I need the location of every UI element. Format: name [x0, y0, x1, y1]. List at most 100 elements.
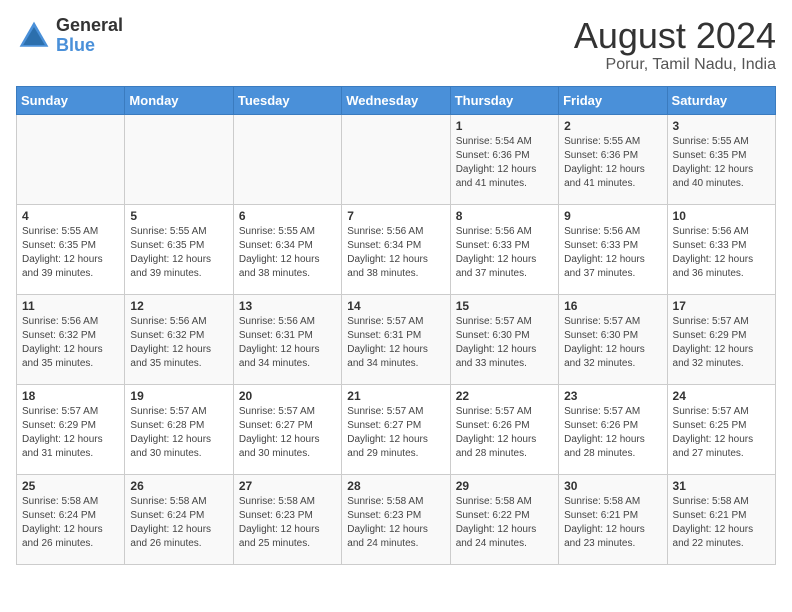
day-header-sunday: Sunday — [17, 86, 125, 114]
day-info: Sunrise: 5:56 AM Sunset: 6:32 PM Dayligh… — [130, 316, 211, 369]
day-info: Sunrise: 5:58 AM Sunset: 6:22 PM Dayligh… — [456, 496, 537, 549]
day-info: Sunrise: 5:56 AM Sunset: 6:33 PM Dayligh… — [456, 226, 537, 279]
day-info: Sunrise: 5:57 AM Sunset: 6:30 PM Dayligh… — [456, 316, 537, 369]
logo[interactable]: General Blue — [16, 16, 123, 56]
day-number: 3 — [673, 119, 770, 133]
day-number: 11 — [22, 299, 119, 313]
calendar-cell: 29 Sunrise: 5:58 AM Sunset: 6:22 PM Dayli… — [450, 474, 558, 564]
title-block: August 2024 Porur, Tamil Nadu, India — [574, 16, 776, 74]
calendar-cell: 7Sunrise: 5:56 AM Sunset: 6:34 PM Daylig… — [342, 204, 450, 294]
calendar-week-row: 25 Sunrise: 5:58 AM Sunset: 6:24 PM Dayli… — [17, 474, 776, 564]
calendar-cell: 22Sunrise: 5:57 AM Sunset: 6:26 PM Dayli… — [450, 384, 558, 474]
day-number: 15 — [456, 299, 553, 313]
calendar-cell: 6 Sunrise: 5:55 AM Sunset: 6:34 PM Daylig… — [233, 204, 341, 294]
calendar-cell: 8 Sunrise: 5:56 AM Sunset: 6:33 PM Daylig… — [450, 204, 558, 294]
day-number: 18 — [22, 389, 119, 403]
day-info: Sunrise: 5:55 AM Sunset: 6:35 PM Dayligh… — [673, 136, 754, 189]
day-info: Sunrise: 5:57 AM Sunset: 6:29 PM Dayligh… — [22, 406, 103, 459]
day-info: Sunrise: 5:58 AM Sunset: 6:23 PM Dayligh… — [347, 496, 428, 549]
calendar-cell: 12Sunrise: 5:56 AM Sunset: 6:32 PM Dayli… — [125, 294, 233, 384]
day-header-thursday: Thursday — [450, 86, 558, 114]
day-number: 10 — [673, 209, 770, 223]
day-header-tuesday: Tuesday — [233, 86, 341, 114]
day-info: Sunrise: 5:56 AM Sunset: 6:33 PM Dayligh… — [564, 226, 645, 279]
day-info: Sunrise: 5:57 AM Sunset: 6:28 PM Dayligh… — [130, 406, 211, 459]
calendar-cell: 2 Sunrise: 5:55 AM Sunset: 6:36 PM Daylig… — [559, 114, 667, 204]
calendar-table: SundayMondayTuesdayWednesdayThursdayFrid… — [16, 86, 776, 565]
day-info: Sunrise: 5:55 AM Sunset: 6:34 PM Dayligh… — [239, 226, 320, 279]
day-info: Sunrise: 5:56 AM Sunset: 6:33 PM Dayligh… — [673, 226, 754, 279]
calendar-cell: 24 Sunrise: 5:57 AM Sunset: 6:25 PM Dayli… — [667, 384, 775, 474]
calendar-cell: 13 Sunrise: 5:56 AM Sunset: 6:31 PM Dayli… — [233, 294, 341, 384]
calendar-cell — [233, 114, 341, 204]
day-info: Sunrise: 5:57 AM Sunset: 6:27 PM Dayligh… — [239, 406, 320, 459]
calendar-cell: 31 Sunrise: 5:58 AM Sunset: 6:21 PM Dayli… — [667, 474, 775, 564]
day-header-saturday: Saturday — [667, 86, 775, 114]
day-info: Sunrise: 5:56 AM Sunset: 6:31 PM Dayligh… — [239, 316, 320, 369]
calendar-cell: 23 Sunrise: 5:57 AM Sunset: 6:26 PM Dayli… — [559, 384, 667, 474]
day-info: Sunrise: 5:55 AM Sunset: 6:35 PM Dayligh… — [22, 226, 103, 279]
day-header-friday: Friday — [559, 86, 667, 114]
day-number: 16 — [564, 299, 661, 313]
day-number: 17 — [673, 299, 770, 313]
calendar-cell: 16 Sunrise: 5:57 AM Sunset: 6:30 PM Dayli… — [559, 294, 667, 384]
day-number: 5 — [130, 209, 227, 223]
day-number: 6 — [239, 209, 336, 223]
calendar-cell: 10 Sunrise: 5:56 AM Sunset: 6:33 PM Dayli… — [667, 204, 775, 294]
calendar-cell: 27 Sunrise: 5:58 AM Sunset: 6:23 PM Dayli… — [233, 474, 341, 564]
day-number: 2 — [564, 119, 661, 133]
day-info: Sunrise: 5:58 AM Sunset: 6:21 PM Dayligh… — [673, 496, 754, 549]
day-number: 13 — [239, 299, 336, 313]
calendar-cell — [17, 114, 125, 204]
calendar-cell: 9 Sunrise: 5:56 AM Sunset: 6:33 PM Daylig… — [559, 204, 667, 294]
day-number: 14 — [347, 299, 444, 313]
calendar-cell: 1 Sunrise: 5:54 AM Sunset: 6:36 PM Daylig… — [450, 114, 558, 204]
calendar-cell: 5 Sunrise: 5:55 AM Sunset: 6:35 PM Daylig… — [125, 204, 233, 294]
day-info: Sunrise: 5:57 AM Sunset: 6:29 PM Dayligh… — [673, 316, 754, 369]
day-info: Sunrise: 5:55 AM Sunset: 6:36 PM Dayligh… — [564, 136, 645, 189]
day-number: 8 — [456, 209, 553, 223]
day-info: Sunrise: 5:58 AM Sunset: 6:24 PM Dayligh… — [130, 496, 211, 549]
calendar-week-row: 18 Sunrise: 5:57 AM Sunset: 6:29 PM Dayli… — [17, 384, 776, 474]
day-number: 20 — [239, 389, 336, 403]
calendar-cell: 28 Sunrise: 5:58 AM Sunset: 6:23 PM Dayli… — [342, 474, 450, 564]
day-header-wednesday: Wednesday — [342, 86, 450, 114]
day-info: Sunrise: 5:58 AM Sunset: 6:21 PM Dayligh… — [564, 496, 645, 549]
day-number: 26 — [130, 479, 227, 493]
calendar-cell: 21Sunrise: 5:57 AM Sunset: 6:27 PM Dayli… — [342, 384, 450, 474]
day-number: 4 — [22, 209, 119, 223]
day-number: 28 — [347, 479, 444, 493]
day-number: 25 — [22, 479, 119, 493]
day-info: Sunrise: 5:56 AM Sunset: 6:32 PM Dayligh… — [22, 316, 103, 369]
day-info: Sunrise: 5:57 AM Sunset: 6:31 PM Dayligh… — [347, 316, 428, 369]
day-number: 23 — [564, 389, 661, 403]
calendar-cell: 30Sunrise: 5:58 AM Sunset: 6:21 PM Dayli… — [559, 474, 667, 564]
day-number: 27 — [239, 479, 336, 493]
day-number: 31 — [673, 479, 770, 493]
day-number: 21 — [347, 389, 444, 403]
day-info: Sunrise: 5:57 AM Sunset: 6:30 PM Dayligh… — [564, 316, 645, 369]
page-header: General Blue August 2024 Porur, Tamil Na… — [16, 16, 776, 74]
day-number: 24 — [673, 389, 770, 403]
calendar-week-row: 11 Sunrise: 5:56 AM Sunset: 6:32 PM Dayli… — [17, 294, 776, 384]
day-info: Sunrise: 5:57 AM Sunset: 6:26 PM Dayligh… — [456, 406, 537, 459]
logo-general-text: General — [56, 16, 123, 36]
calendar-cell: 25Sunrise: 5:58 AM Sunset: 6:24 PM Dayli… — [17, 474, 125, 564]
day-number: 29 — [456, 479, 553, 493]
day-info: Sunrise: 5:57 AM Sunset: 6:25 PM Dayligh… — [673, 406, 754, 459]
calendar-week-row: 1 Sunrise: 5:54 AM Sunset: 6:36 PM Daylig… — [17, 114, 776, 204]
calendar-cell: 3 Sunrise: 5:55 AM Sunset: 6:35 PM Daylig… — [667, 114, 775, 204]
day-header-monday: Monday — [125, 86, 233, 114]
calendar-cell — [342, 114, 450, 204]
day-number: 9 — [564, 209, 661, 223]
calendar-cell: 15 Sunrise: 5:57 AM Sunset: 6:30 PM Dayli… — [450, 294, 558, 384]
day-number: 7 — [347, 209, 444, 223]
day-info: Sunrise: 5:54 AM Sunset: 6:36 PM Dayligh… — [456, 136, 537, 189]
day-info: Sunrise: 5:58 AM Sunset: 6:23 PM Dayligh… — [239, 496, 320, 549]
main-title: August 2024 — [574, 16, 776, 56]
calendar-cell: 19Sunrise: 5:57 AM Sunset: 6:28 PM Dayli… — [125, 384, 233, 474]
day-number: 1 — [456, 119, 553, 133]
day-info: Sunrise: 5:55 AM Sunset: 6:35 PM Dayligh… — [130, 226, 211, 279]
calendar-cell: 14 Sunrise: 5:57 AM Sunset: 6:31 PM Dayli… — [342, 294, 450, 384]
day-info: Sunrise: 5:57 AM Sunset: 6:26 PM Dayligh… — [564, 406, 645, 459]
